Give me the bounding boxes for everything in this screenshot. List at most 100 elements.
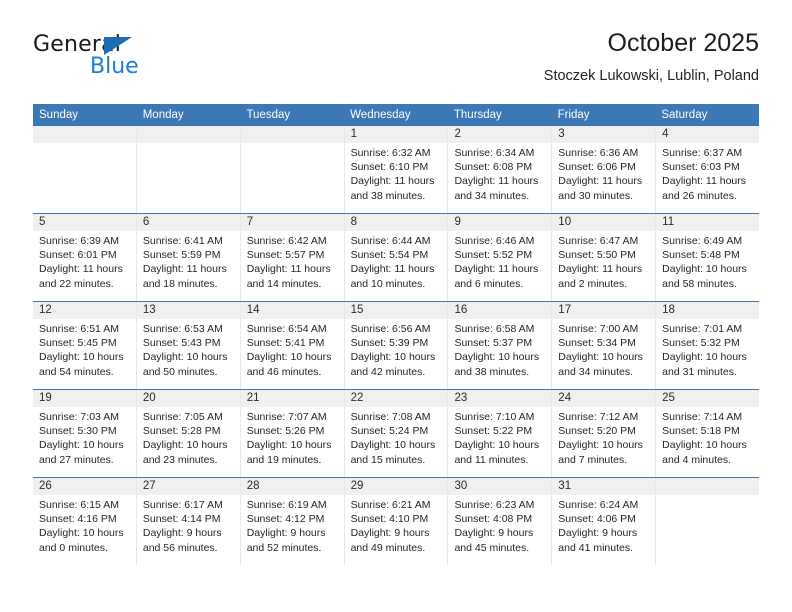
sunrise-text: Sunrise: 7:03 AM xyxy=(39,411,119,423)
sunset-text: Sunset: 5:48 PM xyxy=(662,249,740,262)
daylight-text-line1: Daylight: 9 hours xyxy=(350,527,430,540)
sunset-text: Sunset: 4:10 PM xyxy=(350,513,429,526)
sunset-text: Sunset: 5:24 PM xyxy=(350,425,429,438)
day-cell[interactable]: 4 Sunrise: 6:37 AM Sunset: 6:03 PM Dayli… xyxy=(656,126,760,213)
daylight-text-line2: and 31 minutes. xyxy=(662,365,737,378)
day-cell[interactable]: 29 Sunrise: 6:21 AM Sunset: 4:10 PM Dayl… xyxy=(344,478,449,565)
sunrise-text: Sunrise: 7:14 AM xyxy=(662,411,743,423)
day-number xyxy=(33,126,136,143)
day-cell[interactable]: 17 Sunrise: 7:00 AM Sunset: 5:34 PM Dayl… xyxy=(552,302,657,389)
day-number: 4 xyxy=(656,126,760,143)
daylight-text-line2: and 27 minutes. xyxy=(39,453,114,466)
day-cell[interactable]: 28 Sunrise: 6:19 AM Sunset: 4:12 PM Dayl… xyxy=(240,478,345,565)
daylight-text-line2: and 54 minutes. xyxy=(39,365,114,378)
daylight-text-line1: Daylight: 11 hours xyxy=(662,175,747,188)
daylight-text-line1: Daylight: 10 hours xyxy=(246,439,332,452)
sunrise-text: Sunrise: 6:44 AM xyxy=(350,235,431,247)
day-cell[interactable]: 22 Sunrise: 7:08 AM Sunset: 5:24 PM Dayl… xyxy=(344,390,449,477)
daylight-text-line2: and 26 minutes. xyxy=(662,189,737,202)
daylight-text-line2: and 52 minutes. xyxy=(246,541,322,554)
daylight-text-line1: Daylight: 11 hours xyxy=(454,175,539,188)
day-cell[interactable]: 14 Sunrise: 6:54 AM Sunset: 5:41 PM Dayl… xyxy=(240,302,345,389)
day-cell[interactable]: 21 Sunrise: 7:07 AM Sunset: 5:26 PM Dayl… xyxy=(240,390,345,477)
daylight-text-line1: Daylight: 9 hours xyxy=(454,527,534,540)
day-cell[interactable]: 10 Sunrise: 6:47 AM Sunset: 5:50 PM Dayl… xyxy=(552,214,657,301)
day-cell[interactable]: 23 Sunrise: 7:10 AM Sunset: 5:22 PM Dayl… xyxy=(448,390,553,477)
day-cell[interactable] xyxy=(656,478,760,565)
day-cell[interactable]: 12 Sunrise: 6:51 AM Sunset: 5:45 PM Dayl… xyxy=(33,302,137,389)
sunset-text: Sunset: 5:39 PM xyxy=(350,337,429,350)
day-cell[interactable]: 13 Sunrise: 6:53 AM Sunset: 5:43 PM Dayl… xyxy=(136,302,241,389)
daylight-text-line2: and 11 minutes. xyxy=(454,453,529,466)
sunrise-text: Sunrise: 7:01 AM xyxy=(662,323,743,335)
title-block: October 2025 Stoczek Lukowski, Lublin, P… xyxy=(544,28,759,86)
day-cell[interactable]: 16 Sunrise: 6:58 AM Sunset: 5:37 PM Dayl… xyxy=(448,302,553,389)
day-cell[interactable]: 2 Sunrise: 6:34 AM Sunset: 6:08 PM Dayli… xyxy=(448,126,553,213)
day-cell[interactable]: 24 Sunrise: 7:12 AM Sunset: 5:20 PM Dayl… xyxy=(552,390,657,477)
brand-logo[interactable]: General Blue xyxy=(33,32,233,88)
day-number: 26 xyxy=(33,478,136,495)
day-cell[interactable]: 19 Sunrise: 7:03 AM Sunset: 5:30 PM Dayl… xyxy=(33,390,137,477)
day-cell[interactable]: 30 Sunrise: 6:23 AM Sunset: 4:08 PM Dayl… xyxy=(448,478,553,565)
day-cell[interactable]: 25 Sunrise: 7:14 AM Sunset: 5:18 PM Dayl… xyxy=(656,390,760,477)
day-details: Sunrise: 6:32 AM Sunset: 6:10 PM Dayligh… xyxy=(345,143,448,203)
sunrise-text: Sunrise: 6:19 AM xyxy=(246,499,327,511)
sunset-text: Sunset: 6:03 PM xyxy=(662,161,740,174)
daylight-text-line1: Daylight: 10 hours xyxy=(558,351,643,364)
daylight-text-line1: Daylight: 11 hours xyxy=(246,263,331,276)
daylight-text-line2: and 41 minutes. xyxy=(558,541,634,554)
day-cell[interactable]: 3 Sunrise: 6:36 AM Sunset: 6:06 PM Dayli… xyxy=(552,126,657,213)
day-cell[interactable]: 31 Sunrise: 6:24 AM Sunset: 4:06 PM Dayl… xyxy=(552,478,657,565)
day-details xyxy=(33,143,136,146)
day-cell[interactable] xyxy=(240,126,345,213)
day-number: 6 xyxy=(136,214,240,231)
sunset-text: Sunset: 5:59 PM xyxy=(142,249,221,262)
day-number: 18 xyxy=(656,302,760,319)
daylight-text-line2: and 30 minutes. xyxy=(558,189,634,202)
daylight-text-line1: Daylight: 11 hours xyxy=(454,263,539,276)
sunrise-text: Sunrise: 7:08 AM xyxy=(350,411,431,423)
week-row: 1 Sunrise: 6:32 AM Sunset: 6:10 PM Dayli… xyxy=(33,125,760,213)
day-cell[interactable]: 26 Sunrise: 6:15 AM Sunset: 4:16 PM Dayl… xyxy=(33,478,137,565)
day-cell[interactable]: 8 Sunrise: 6:44 AM Sunset: 5:54 PM Dayli… xyxy=(344,214,449,301)
daylight-text-line2: and 4 minutes. xyxy=(662,453,732,466)
day-cell[interactable]: 27 Sunrise: 6:17 AM Sunset: 4:14 PM Dayl… xyxy=(136,478,241,565)
day-cell[interactable]: 15 Sunrise: 6:56 AM Sunset: 5:39 PM Dayl… xyxy=(344,302,449,389)
brand-triangle-icon xyxy=(104,37,132,55)
daylight-text-line2: and 7 minutes. xyxy=(558,453,628,466)
day-cell[interactable] xyxy=(136,126,241,213)
day-number: 17 xyxy=(552,302,656,319)
day-cell[interactable]: 20 Sunrise: 7:05 AM Sunset: 5:28 PM Dayl… xyxy=(136,390,241,477)
day-number: 23 xyxy=(448,390,552,407)
day-details: Sunrise: 6:54 AM Sunset: 5:41 PM Dayligh… xyxy=(241,319,344,379)
daylight-text-line1: Daylight: 11 hours xyxy=(558,263,643,276)
sunrise-text: Sunrise: 7:10 AM xyxy=(454,411,535,423)
day-details: Sunrise: 6:37 AM Sunset: 6:03 PM Dayligh… xyxy=(656,143,759,203)
day-cell[interactable]: 11 Sunrise: 6:49 AM Sunset: 5:48 PM Dayl… xyxy=(656,214,760,301)
day-number: 11 xyxy=(656,214,760,231)
day-cell[interactable]: 1 Sunrise: 6:32 AM Sunset: 6:10 PM Dayli… xyxy=(344,126,449,213)
day-details: Sunrise: 6:47 AM Sunset: 5:50 PM Dayligh… xyxy=(552,231,655,291)
day-cell[interactable]: 7 Sunrise: 6:42 AM Sunset: 5:57 PM Dayli… xyxy=(240,214,345,301)
daylight-text-line1: Daylight: 10 hours xyxy=(350,439,436,452)
day-number: 28 xyxy=(240,478,344,495)
day-cell[interactable]: 6 Sunrise: 6:41 AM Sunset: 5:59 PM Dayli… xyxy=(136,214,241,301)
daylight-text-line2: and 38 minutes. xyxy=(350,189,426,202)
day-cell[interactable]: 18 Sunrise: 7:01 AM Sunset: 5:32 PM Dayl… xyxy=(656,302,760,389)
weekday-header-thursday: Thursday xyxy=(453,109,502,121)
daylight-text-line2: and 18 minutes. xyxy=(142,277,218,290)
sunset-text: Sunset: 5:43 PM xyxy=(142,337,221,350)
daylight-text-line1: Daylight: 11 hours xyxy=(350,263,435,276)
day-cell[interactable] xyxy=(33,126,137,213)
day-details: Sunrise: 6:24 AM Sunset: 4:06 PM Dayligh… xyxy=(552,495,655,555)
page-title: October 2025 xyxy=(607,29,760,57)
daylight-text-line1: Daylight: 10 hours xyxy=(662,439,747,452)
sunset-text: Sunset: 4:14 PM xyxy=(142,513,221,526)
daylight-text-line2: and 0 minutes. xyxy=(39,541,108,554)
day-details xyxy=(656,495,759,498)
day-cell[interactable]: 5 Sunrise: 6:39 AM Sunset: 6:01 PM Dayli… xyxy=(33,214,137,301)
day-cell[interactable]: 9 Sunrise: 6:46 AM Sunset: 5:52 PM Dayli… xyxy=(448,214,553,301)
sunset-text: Sunset: 4:12 PM xyxy=(246,513,325,526)
sunrise-text: Sunrise: 7:07 AM xyxy=(246,411,327,423)
daylight-text-line1: Daylight: 9 hours xyxy=(558,527,638,540)
